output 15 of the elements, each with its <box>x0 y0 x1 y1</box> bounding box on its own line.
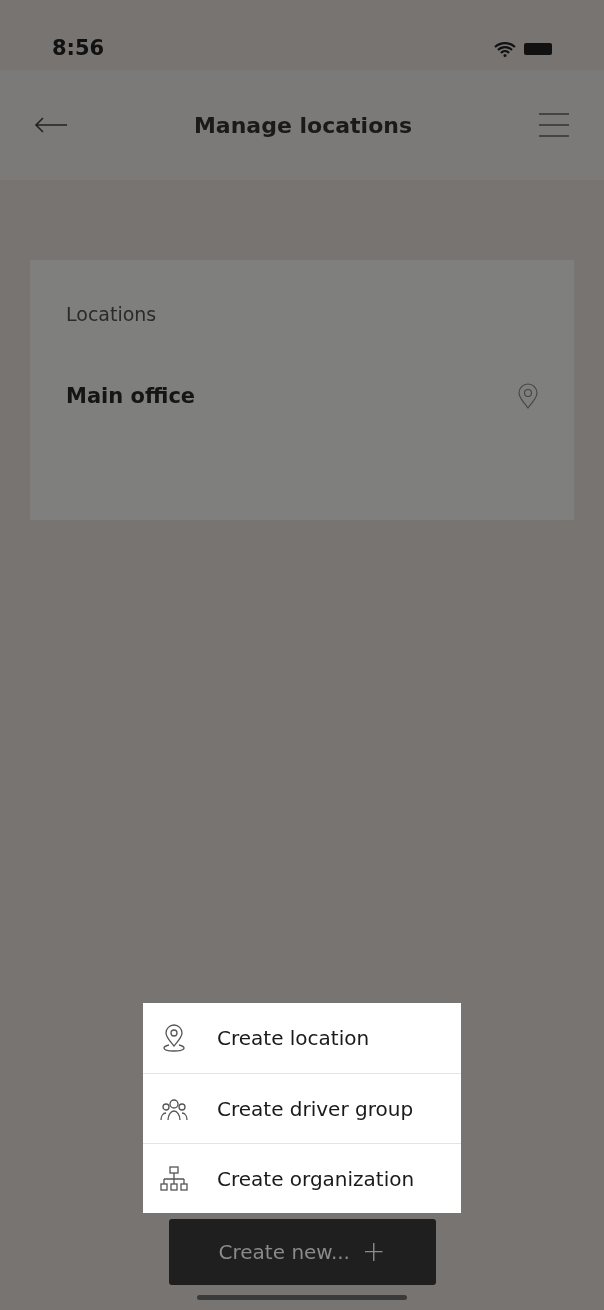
battery-icon <box>524 42 552 56</box>
status-time: 8:56 <box>52 35 105 63</box>
menu-item[interactable]: Create organization <box>143 1143 461 1213</box>
menu-item[interactable]: Create driver group <box>143 1073 461 1143</box>
map-pin-icon <box>161 1024 187 1052</box>
back-arrow-icon[interactable] <box>34 117 68 133</box>
menu-icon[interactable] <box>538 112 570 138</box>
hierarchy-icon <box>160 1165 188 1192</box>
menu-item[interactable]: Create location <box>143 1003 461 1073</box>
location-row[interactable]: Main office <box>66 380 538 412</box>
page-title: Manage locations <box>193 111 412 140</box>
map-pin-icon <box>518 383 538 410</box>
wifi-icon <box>494 41 516 57</box>
create-new-button[interactable]: Create new... + <box>168 1219 436 1285</box>
section-heading: Locations <box>66 302 158 327</box>
